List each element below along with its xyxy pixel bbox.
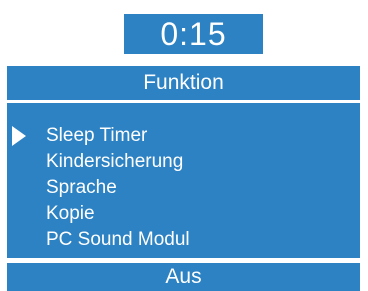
menu-item-sleep-timer[interactable]: Sleep Timer <box>46 123 190 149</box>
menu-item-pc-sound-modul[interactable]: PC Sound Modul <box>46 227 190 253</box>
menu-item-label: Kopie <box>46 203 95 224</box>
menu-list: Sleep Timer Kindersicherung Sprache Kopi… <box>46 123 190 253</box>
timer-display: 0:15 <box>124 14 263 54</box>
menu-item-label: Kindersicherung <box>46 151 184 172</box>
menu-item-sprache[interactable]: Sprache <box>46 175 190 201</box>
menu-item-label: Sleep Timer <box>46 125 148 146</box>
selection-arrow-icon <box>12 126 26 146</box>
value-display: Aus <box>7 263 360 291</box>
menu-item-label: Sprache <box>46 177 117 198</box>
menu-panel: Sleep Timer Kindersicherung Sprache Kopi… <box>7 103 360 258</box>
menu-item-label: PC Sound Modul <box>46 229 190 250</box>
setting-value: Aus <box>165 265 202 288</box>
menu-item-kindersicherung[interactable]: Kindersicherung <box>46 149 190 175</box>
menu-header: Funktion <box>7 66 360 100</box>
timer-value: 0:15 <box>160 15 227 52</box>
menu-item-kopie[interactable]: Kopie <box>46 201 190 227</box>
menu-title: Funktion <box>143 71 224 94</box>
